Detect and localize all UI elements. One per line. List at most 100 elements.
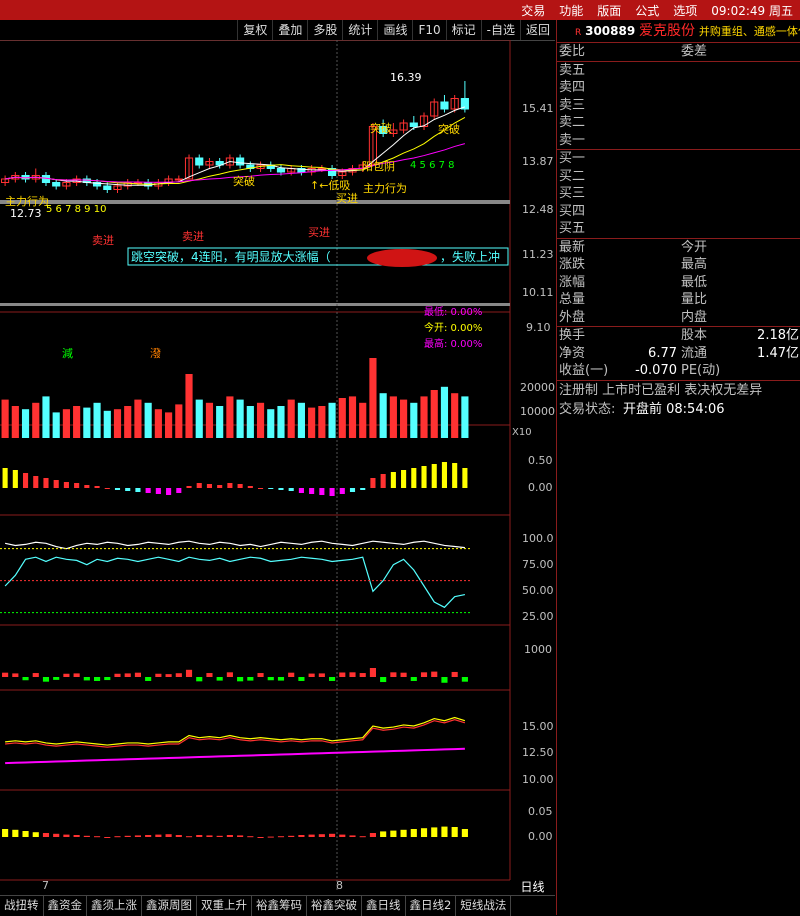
menu-trade[interactable]: 交易 xyxy=(514,2,552,19)
ind6-bar xyxy=(196,835,203,837)
back-button[interactable]: 返回 xyxy=(519,20,555,40)
period-label[interactable]: 日线 xyxy=(510,880,555,895)
volume-bar xyxy=(451,393,459,438)
volume-bar xyxy=(154,409,162,438)
macd-bar xyxy=(268,488,274,489)
float-value: 1.47亿 xyxy=(757,345,799,361)
sell-level[interactable]: 卖一 xyxy=(559,132,585,150)
volume-bar xyxy=(287,399,295,438)
volume-bar xyxy=(124,406,132,438)
ind6-bar xyxy=(32,832,39,837)
ind4-bar xyxy=(206,673,213,677)
tab-indicator[interactable]: 裕鑫突破 xyxy=(307,896,362,916)
overlay-button[interactable]: 叠加 xyxy=(272,20,307,40)
indicator6-series xyxy=(2,826,468,838)
ind4-bar xyxy=(267,677,274,681)
buy-levels: 买一 买二 买三 买四 买五 xyxy=(557,150,800,239)
macd-bar xyxy=(380,474,386,488)
price-band xyxy=(0,303,510,306)
buy-level[interactable]: 买二 xyxy=(559,168,585,186)
macd-bar xyxy=(431,464,437,488)
eps-value: -0.070 xyxy=(635,363,677,378)
ind4-bar xyxy=(308,673,315,677)
macd-bar xyxy=(114,488,121,490)
menu-layout[interactable]: 版面 xyxy=(590,2,628,19)
net-asset-value: 6.77 xyxy=(648,345,677,361)
stats-button[interactable]: 统计 xyxy=(342,20,377,40)
volume-bar xyxy=(420,396,428,438)
volume-bar xyxy=(103,410,111,438)
ind4-bar xyxy=(12,673,19,677)
tab-indicator[interactable]: 短线战法 xyxy=(456,896,512,916)
indicator-tabs: 战扭转 鑫资金 鑫须上涨 鑫源周图 双重上升 裕鑫筹码 裕鑫突破 鑫日线 鑫日线… xyxy=(0,895,555,916)
kdj-tick: 100.0 xyxy=(522,532,554,545)
multi-stock-button[interactable]: 多股 xyxy=(307,20,342,40)
macd-bar xyxy=(145,488,151,493)
remove-watchlist-button[interactable]: -自选 xyxy=(480,20,520,40)
order-diff-label: 委差 xyxy=(681,44,708,59)
macd-bar xyxy=(278,488,284,490)
mark-button[interactable]: 标记 xyxy=(445,20,481,40)
tab-indicator[interactable]: 鑫日线 xyxy=(362,896,406,916)
ind6-bar xyxy=(226,835,233,837)
indicator5-series xyxy=(5,716,466,765)
ind4-bar xyxy=(32,673,39,677)
buy-level[interactable]: 买四 xyxy=(559,203,585,221)
tab-indicator[interactable]: 战扭转 xyxy=(0,896,44,916)
menu-function[interactable]: 功能 xyxy=(552,2,590,19)
tab-indicator[interactable]: 鑫资金 xyxy=(44,896,87,916)
ind6-bar xyxy=(431,827,438,837)
kline-chart[interactable]: 15.41 13.87 12.48 11.23 10.11 9.10 16.39… xyxy=(0,40,555,890)
ind4-bar xyxy=(451,671,458,677)
menu-group: 交易 功能 版面 公式 选项 09:02:49 周五 xyxy=(514,0,800,20)
ind4-bar xyxy=(22,677,29,681)
macd-bar xyxy=(401,470,407,488)
sell-level[interactable]: 卖三 xyxy=(559,97,585,115)
draw-line-button[interactable]: 画线 xyxy=(377,20,412,40)
signal-label: ↑←低吸 xyxy=(310,179,350,192)
tab-indicator[interactable]: 鑫须上涨 xyxy=(87,896,142,916)
buy-level[interactable]: 买三 xyxy=(559,185,585,203)
mark-label: 減 xyxy=(62,346,73,360)
trade-status-label: 交易状态: xyxy=(559,401,616,417)
ind4-bar xyxy=(431,671,438,677)
volume-bar xyxy=(430,390,438,438)
macd-bar xyxy=(22,473,29,488)
ind5-line xyxy=(5,719,466,748)
tab-indicator[interactable]: 裕鑫筹码 xyxy=(252,896,307,916)
stat-open: 今开: 0.00% xyxy=(424,321,482,334)
ind6-bar xyxy=(12,829,19,837)
signal-label: 阳包阴 xyxy=(362,160,395,173)
volume-bar xyxy=(42,396,50,438)
sell-level[interactable]: 卖二 xyxy=(559,114,585,132)
ind4-bar xyxy=(237,677,244,682)
menu-options[interactable]: 选项 xyxy=(666,2,704,19)
indicator4-series xyxy=(2,668,468,683)
signal-label: 买进 xyxy=(308,226,330,239)
tab-indicator[interactable]: 鑫源周图 xyxy=(142,896,197,916)
sell-level[interactable]: 卖五 xyxy=(559,62,585,80)
adjust-button[interactable]: 复权 xyxy=(237,20,272,40)
ind4-bar xyxy=(226,672,233,677)
count-label: 5 6 7 8 9 10 xyxy=(46,204,106,215)
kdj-tick: 25.00 xyxy=(522,610,554,623)
ind6-bar xyxy=(420,828,428,837)
signal-label: 主力行为 xyxy=(5,195,49,208)
macd-bar xyxy=(329,488,335,496)
ind4-bar xyxy=(298,677,305,681)
signal-label: 卖进 xyxy=(92,234,114,247)
menu-formula[interactable]: 公式 xyxy=(628,2,666,19)
signal-label: 卖进 xyxy=(182,230,204,243)
ind4-bar xyxy=(155,673,162,677)
top-menu-bar: 交易 功能 版面 公式 选项 09:02:49 周五 xyxy=(0,0,800,20)
tab-indicator[interactable]: 双重上升 xyxy=(197,896,252,916)
buy-level[interactable]: 买一 xyxy=(559,150,585,168)
ind6-bar xyxy=(267,836,274,838)
f10-button[interactable]: F10 xyxy=(412,20,445,40)
buy-level[interactable]: 买五 xyxy=(559,220,585,238)
ind6-bar xyxy=(308,834,315,837)
sell-level[interactable]: 卖四 xyxy=(559,79,585,97)
tab-indicator[interactable]: 鑫日线2 xyxy=(406,896,457,916)
fundamentals: 换手 股本 2.18亿 净资 6.77 流通 1.47亿 收益(一) -0.07… xyxy=(557,327,800,381)
volume-bar xyxy=(379,393,387,438)
